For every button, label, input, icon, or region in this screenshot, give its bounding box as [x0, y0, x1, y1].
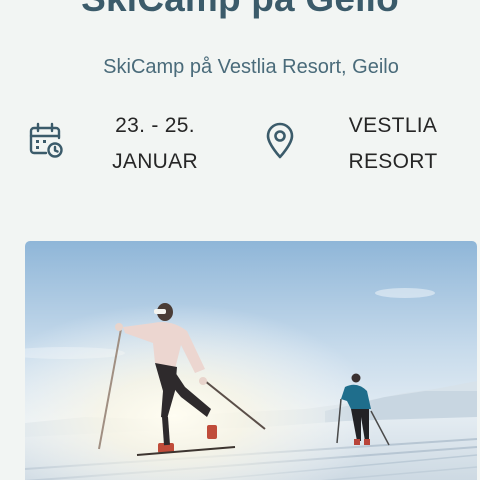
- event-dates: 23. - 25. JANUAR: [90, 108, 220, 180]
- page-subtitle: SkiCamp på Vestlia Resort, Geilo: [103, 56, 399, 78]
- event-page: SkiCamp på Geilo SkiCamp på Vestlia Reso…: [0, 0, 480, 480]
- hero-image: [25, 241, 477, 480]
- page-title: SkiCamp på Geilo: [0, 0, 480, 20]
- event-venue-line1: VESTLIA: [348, 114, 438, 137]
- event-venue-line2: RESORT: [348, 150, 438, 173]
- event-dates-line2: JANUAR: [112, 150, 198, 173]
- event-dates-line1: 23. - 25.: [115, 114, 195, 137]
- event-venue: VESTLIA RESORT: [326, 108, 460, 180]
- calendar-clock-icon: [28, 121, 64, 159]
- map-pin-icon: [264, 122, 296, 160]
